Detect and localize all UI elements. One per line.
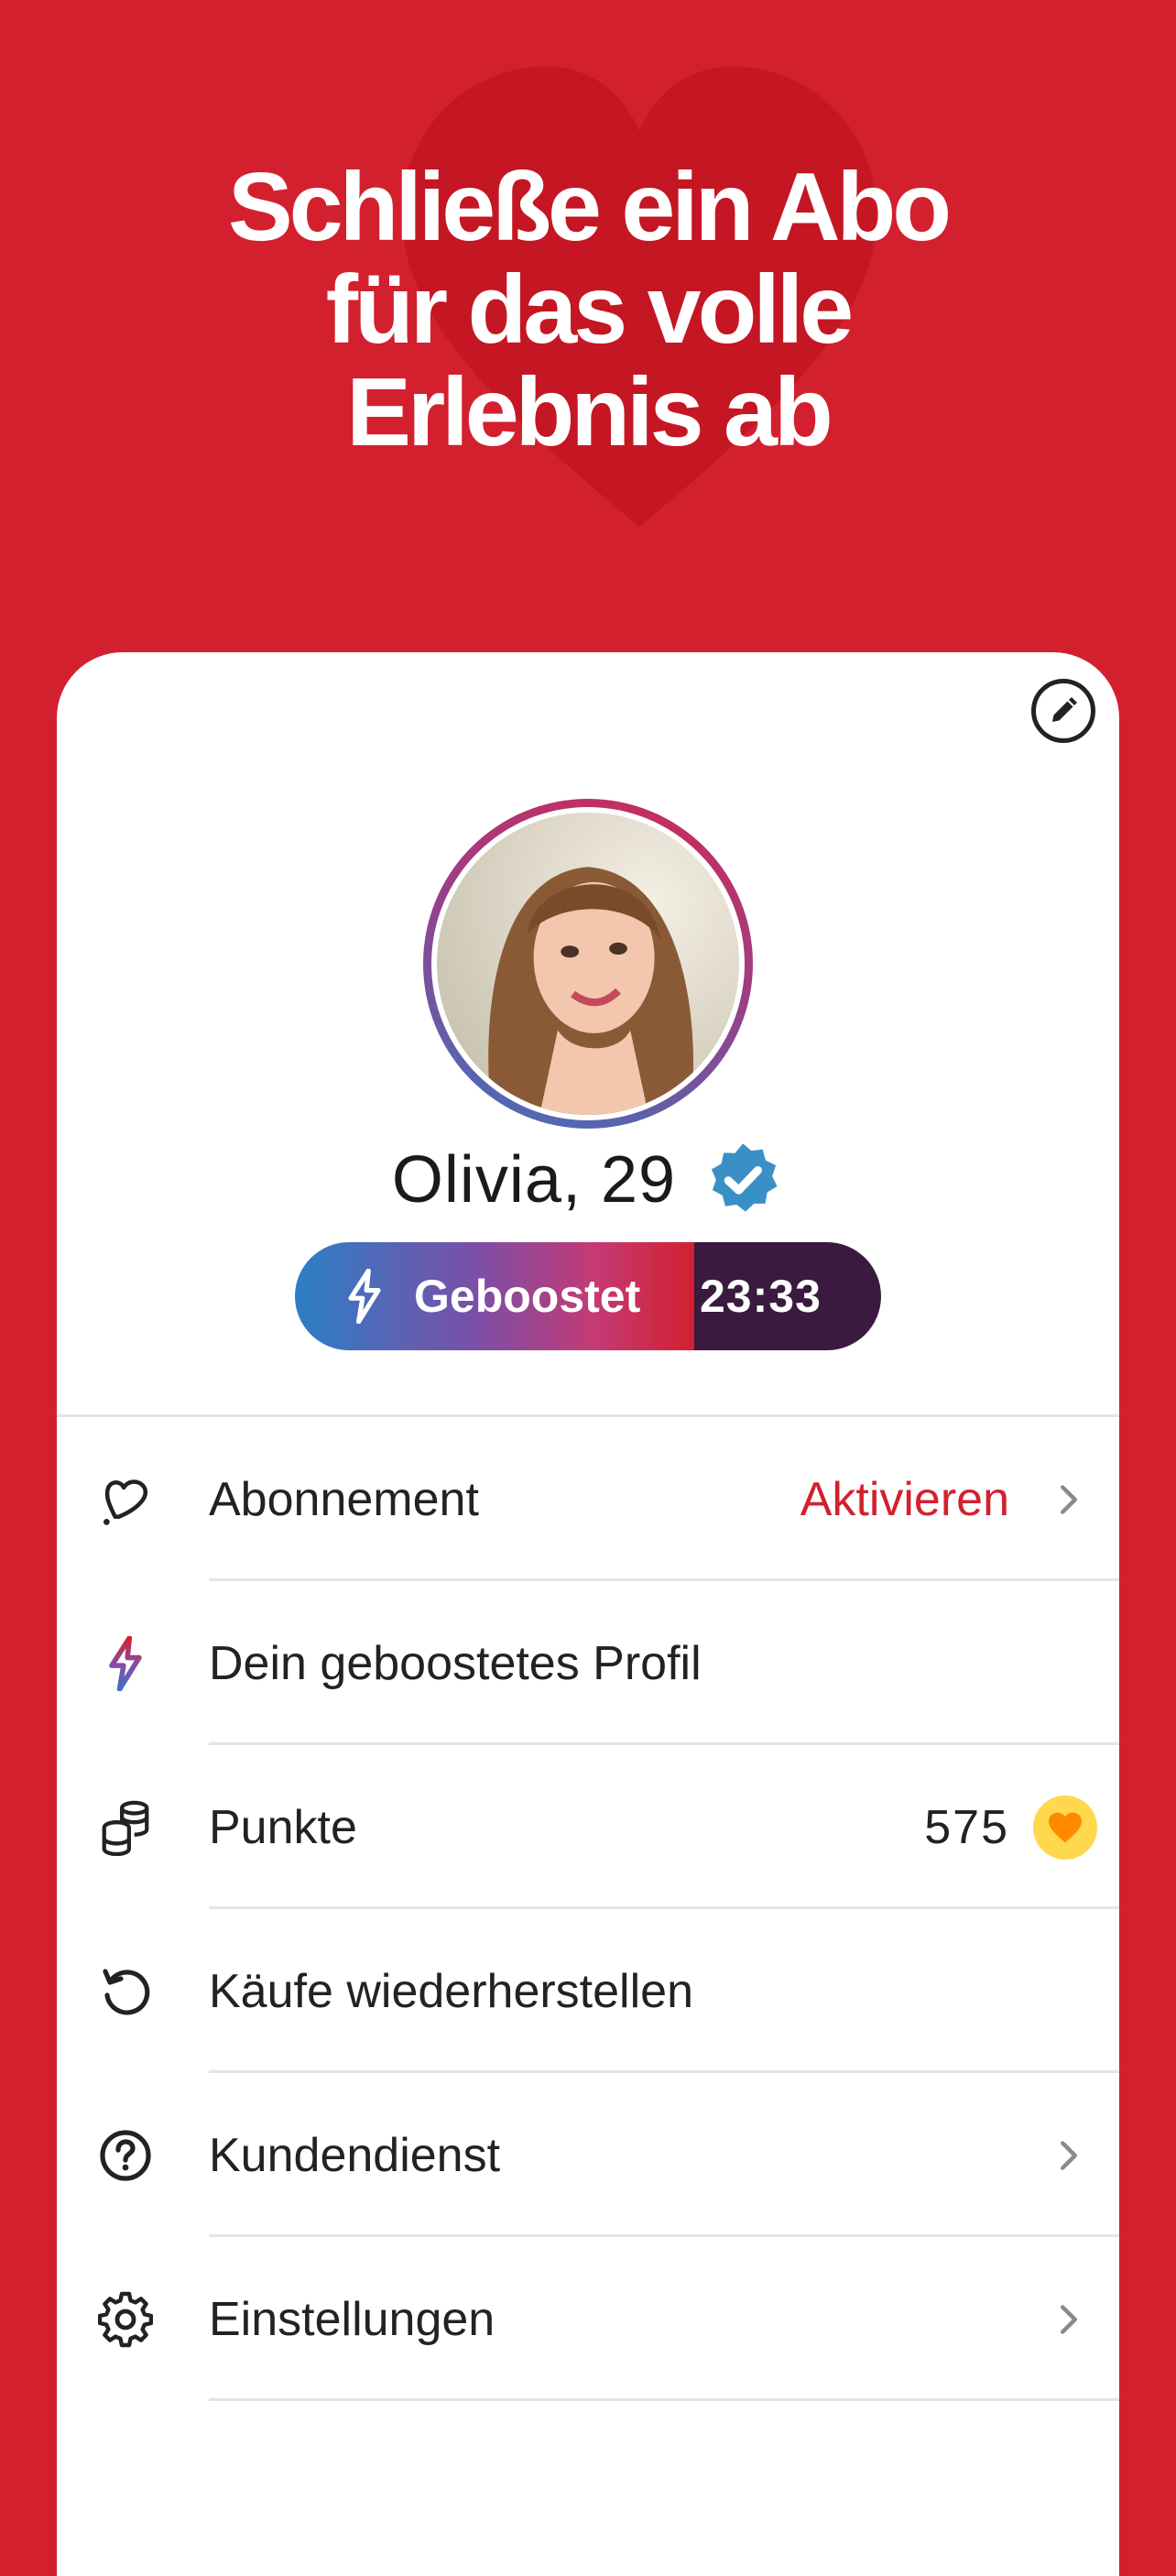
activate-link[interactable]: Aktivieren xyxy=(800,1472,1009,1527)
menu-item-points[interactable]: Punkte 575 xyxy=(57,1745,1119,1909)
heart-outline-icon xyxy=(103,1479,148,1525)
chevron-right-icon xyxy=(1060,1484,1078,1514)
chevron-right-icon xyxy=(1060,2304,1078,2334)
heart-coin-icon xyxy=(1033,1795,1097,1860)
menu-item-label: Einstellungen xyxy=(209,2292,495,2346)
menu-item-label: Käufe wiederherstellen xyxy=(209,1964,693,2018)
coins-icon xyxy=(102,1800,149,1856)
menu-item-customer-service[interactable]: Kundendienst xyxy=(57,2073,1119,2237)
menu-item-boosted-profile[interactable]: Dein geboostetes Profil xyxy=(57,1581,1119,1745)
profile-photo xyxy=(437,813,739,1115)
help-icon xyxy=(100,2129,151,2181)
menu-item-label: Dein geboostetes Profil xyxy=(209,1636,702,1690)
gear-icon xyxy=(98,2291,153,2347)
settings-menu: Abonnement Aktivieren Dein geboostetes P… xyxy=(57,1417,1119,2401)
menu-item-label: Kundendienst xyxy=(209,2128,501,2182)
verified-badge-icon xyxy=(708,1141,780,1215)
divider xyxy=(209,2398,1119,2401)
bolt-icon xyxy=(348,1269,381,1324)
boost-status-pill[interactable]: Geboostet 23:33 xyxy=(295,1242,881,1350)
profile-name: Olivia, 29 xyxy=(391,1143,677,1217)
bolt-icon xyxy=(109,1635,142,1691)
boost-timer: 23:33 xyxy=(700,1271,822,1322)
headline-line-2: für das volle xyxy=(325,256,854,364)
profile-name-row: Olivia, 29 xyxy=(0,1132,1176,1228)
menu-item-subscription[interactable]: Abonnement Aktivieren xyxy=(57,1417,1119,1581)
boost-label: Geboostet xyxy=(414,1271,641,1322)
chevron-right-icon xyxy=(1060,2140,1078,2170)
menu-item-label: Abonnement xyxy=(209,1472,479,1526)
menu-item-label: Punkte xyxy=(209,1800,357,1854)
edit-profile-button[interactable] xyxy=(1031,679,1095,743)
avatar[interactable] xyxy=(423,799,753,1129)
points-count: 575 xyxy=(924,1800,1009,1854)
menu-item-settings[interactable]: Einstellungen xyxy=(57,2237,1119,2401)
pencil-icon xyxy=(1052,697,1077,722)
headline-line-3: Erlebnis ab xyxy=(346,358,833,466)
subscribe-headline: Schließe ein Abo für das volle Erlebnis … xyxy=(0,156,1176,464)
headline-line-1: Schließe ein Abo xyxy=(227,153,952,261)
restore-icon xyxy=(103,1968,150,2015)
menu-item-restore-purchases[interactable]: Käufe wiederherstellen xyxy=(57,1909,1119,2073)
